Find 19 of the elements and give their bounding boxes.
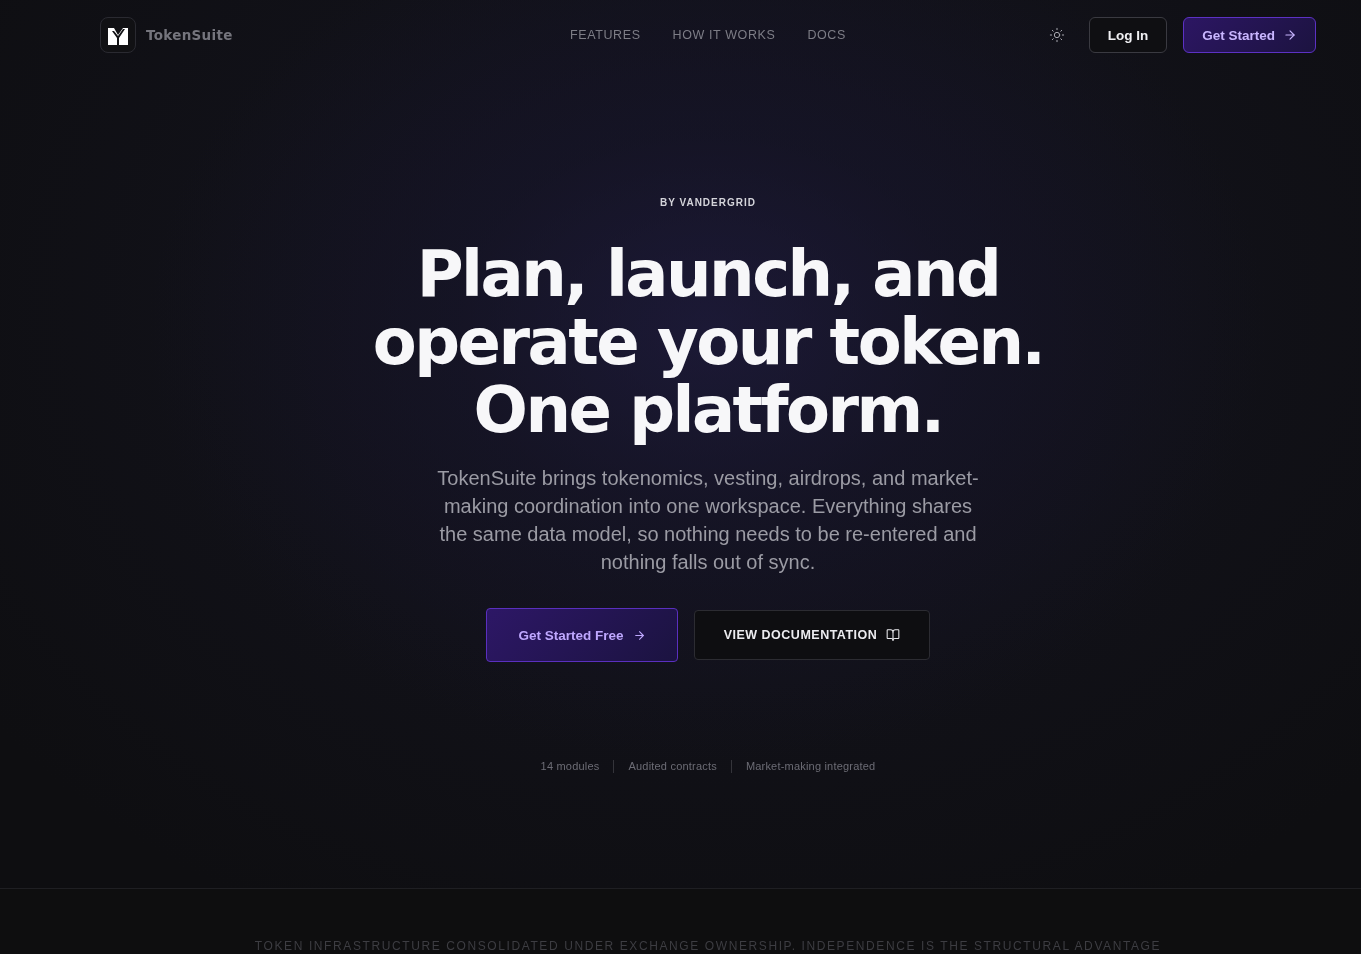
hero-heading: Plan, launch, and operate your token. One platform.	[372, 240, 1044, 444]
get-started-button[interactable]: Get Started	[1183, 17, 1316, 53]
nav-link[interactable]: DOCS	[807, 28, 846, 42]
stat-label: Market-making integrated	[730, 760, 890, 773]
stat-label: 14 modules	[539, 760, 601, 773]
logo-icon	[108, 25, 128, 45]
book-icon	[886, 628, 901, 642]
nav-link[interactable]: HOW IT WORKS	[672, 28, 776, 42]
sun-icon	[1048, 27, 1065, 43]
logo-tile[interactable]	[100, 17, 136, 53]
eyebrow-label: BY VANDERGRID	[660, 197, 756, 208]
arrow-right-icon	[632, 628, 646, 642]
get-started-free-button[interactable]: Get Started Free	[486, 608, 678, 662]
login-button[interactable]: Log In	[1088, 17, 1168, 53]
brand-name: TokenSuite	[146, 27, 233, 43]
stat-label: Audited contracts	[613, 760, 731, 773]
nav-link[interactable]: FEATURES	[570, 28, 641, 42]
hero-description: TokenSuite brings tokenomics, vesting, airdrops, and market-making coordination into one workspace. Everything shares the same data model, so nothing needs to be re-entered and nothing falls out of sync.	[436, 466, 980, 575]
view-documentation-button[interactable]: VIEW DOCUMENTATION	[694, 610, 930, 660]
